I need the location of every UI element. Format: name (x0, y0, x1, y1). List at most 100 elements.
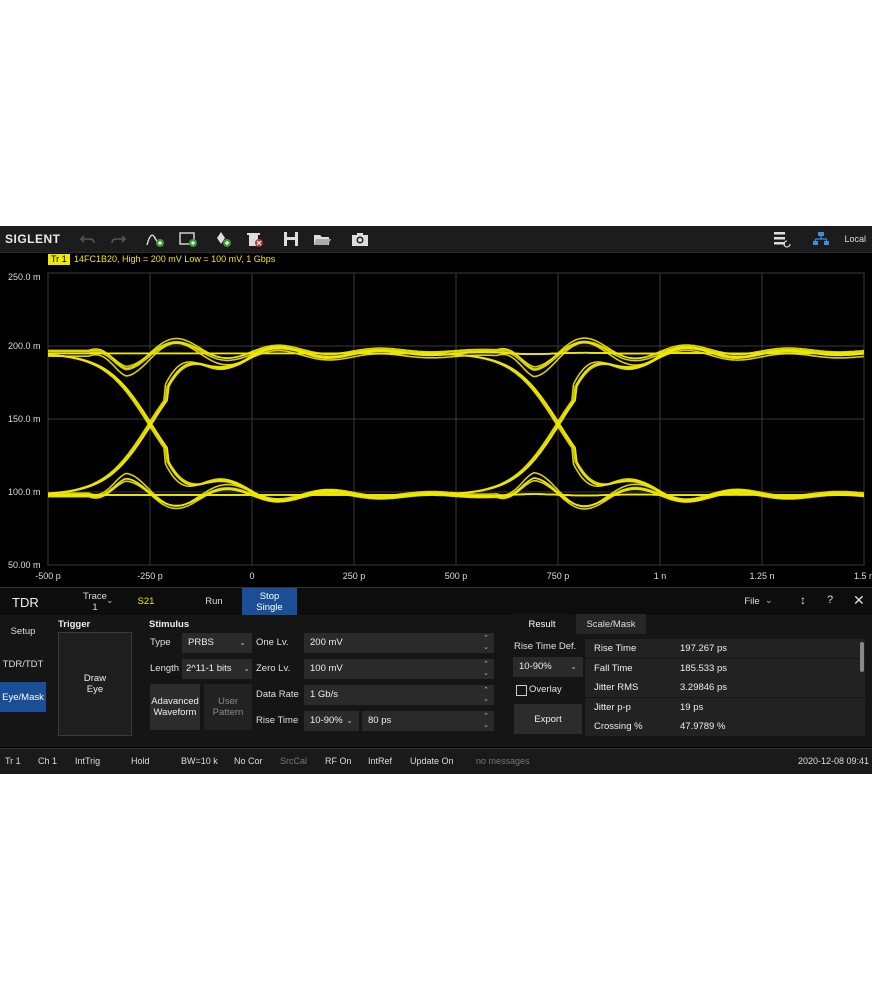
add-marker-icon[interactable] (212, 230, 232, 248)
trace-banner: Tr 1 14FC1B20, High = 200 mV Low = 100 m… (0, 253, 872, 267)
delete-icon[interactable] (244, 230, 264, 248)
result-row-value: 19 ps (680, 701, 704, 713)
run-button[interactable]: Run (190, 588, 238, 615)
result-row: Rise Time 197.267 ps (585, 639, 865, 658)
one-level-input[interactable]: 200 mV ⌃ ⌄ (304, 633, 494, 653)
status-datetime: 2020-12-08 09:41 (798, 756, 870, 766)
result-scrollbar[interactable] (860, 642, 864, 672)
data-rate-input[interactable]: 1 Gb/s ⌃ ⌄ (304, 685, 494, 705)
status-bandwidth[interactable]: BW=10 k (181, 756, 218, 766)
add-window-icon[interactable] (178, 230, 198, 248)
status-trigger[interactable]: IntTrig (75, 756, 100, 766)
rise-time-label: Rise Time (256, 715, 299, 726)
status-correction[interactable]: No Cor (234, 756, 263, 766)
zero-level-label: Zero Lv. (256, 663, 291, 674)
camera-icon[interactable] (350, 230, 370, 248)
result-rise-def-value: 10-90% (519, 661, 552, 672)
add-trace-icon[interactable] (145, 230, 165, 248)
result-rise-def-select[interactable]: 10-90% ⌄ (513, 657, 583, 677)
length-label: Length (150, 663, 180, 674)
side-tab-tdr-tdt[interactable]: TDR/TDT (0, 649, 46, 679)
advanced-waveform-button[interactable]: Adavanced Waveform (150, 684, 200, 730)
status-rf[interactable]: RF On (325, 756, 352, 766)
x-tick-label: 750 p (547, 571, 570, 581)
x-tick-label: 1 n (654, 571, 667, 581)
status-reference[interactable]: IntRef (368, 756, 392, 766)
vna-app: SIGLENT Local Tr 1 14FC1B20, High = 200 … (0, 226, 872, 774)
x-tick-label: 0 (249, 571, 254, 581)
spinner-icon[interactable]: ⌃ ⌄ (481, 660, 491, 678)
result-row-value: 47.9789 % (680, 721, 726, 732)
result-row-value: 3.29846 ps (680, 682, 728, 693)
rise-def-select[interactable]: 10-90% ⌄ (304, 711, 359, 731)
undo-icon[interactable] (78, 230, 98, 248)
tab-scale-mask[interactable]: Scale/Mask (576, 614, 646, 634)
save-icon[interactable] (281, 230, 301, 248)
draw-eye-button[interactable]: Draw Eye (58, 632, 132, 736)
trace-selector-label: Trace (83, 590, 107, 602)
panel-title: TDR (12, 595, 39, 610)
eye-diagram-plot[interactable]: -500 p -250 p 0 250 p 500 p 750 p 1 n 1.25 n 1.5… (0, 267, 872, 587)
spinner-icon[interactable]: ⌃ ⌄ (481, 634, 491, 652)
status-update[interactable]: Update On (410, 756, 454, 766)
rise-time-value: 80 ps (368, 715, 392, 726)
spinner-icon[interactable]: ⌃ ⌄ (481, 712, 491, 730)
status-srccal[interactable]: SrcCal (280, 756, 307, 766)
chevron-down-icon: ⌄ (346, 716, 353, 725)
result-row-name: Crossing % (594, 721, 643, 732)
trace-tag[interactable]: Tr 1 (48, 254, 70, 265)
export-button[interactable]: Export (514, 704, 582, 734)
side-tab-setup[interactable]: Setup (0, 616, 46, 646)
rise-time-input[interactable]: 80 ps ⌃ ⌄ (362, 711, 494, 731)
trace-info: 14FC1B20, High = 200 mV Low = 100 mV, 1 … (74, 254, 276, 264)
status-hold[interactable]: Hold (131, 756, 150, 766)
status-channel[interactable]: Ch 1 (38, 756, 57, 766)
type-select-value: PRBS (188, 637, 214, 648)
chevron-down-icon: ⌄ (239, 638, 246, 647)
result-row-name: Jitter RMS (594, 682, 639, 693)
stop-single-button[interactable]: Stop Single (242, 588, 297, 615)
result-row-name: Fall Time (594, 662, 633, 674)
help-icon[interactable]: ? (827, 594, 833, 606)
y-tick-label: 50.00 m (8, 560, 41, 570)
zero-level-input[interactable]: 100 mV ⌃ ⌄ (304, 659, 494, 679)
resize-icon[interactable]: ↕ (800, 593, 806, 607)
eye-diagram-svg: -500 p -250 p 0 250 p 500 p 750 p 1 n 1.25 n 1.5… (8, 272, 872, 581)
chevron-down-icon: ⌄ (243, 664, 250, 673)
type-select[interactable]: PRBS ⌄ (182, 633, 252, 653)
status-trace[interactable]: Tr 1 (5, 756, 21, 766)
tab-result[interactable]: Result (512, 614, 572, 634)
brand-logo: SIGLENT (5, 232, 61, 246)
x-tick-label: 1.25 n (749, 571, 774, 581)
panel-tab-row: TDR Trace 1 ⌄ S21 Run Stop Single File ⌄… (0, 587, 872, 615)
x-tick-label: 500 p (445, 571, 468, 581)
trace-selector[interactable]: Trace 1 (66, 588, 124, 615)
overlay-checkbox[interactable] (516, 685, 527, 696)
result-row: Crossing % 47.9789 % (585, 717, 865, 736)
length-select[interactable]: 2^11-1 bits ⌄ (182, 659, 252, 679)
y-tick-label: 200.0 m (8, 341, 41, 351)
data-rate-value: 1 Gb/s (310, 689, 338, 700)
status-bar: Tr 1 Ch 1 IntTrig Hold BW=10 k No Cor Sr… (0, 748, 872, 774)
network-icon[interactable] (811, 230, 831, 248)
rise-time-def-label: Rise Time Def. (514, 641, 577, 652)
x-tick-label: 250 p (343, 571, 366, 581)
x-tick-label: -500 p (35, 571, 61, 581)
sparam-selector[interactable]: S21 (128, 588, 164, 615)
close-icon[interactable]: ✕ (853, 592, 865, 609)
side-tab-eye-mask[interactable]: Eye/Mask (0, 682, 46, 712)
spinner-icon[interactable]: ⌃ ⌄ (481, 686, 491, 704)
redo-icon[interactable] (108, 230, 128, 248)
y-tick-label: 250.0 m (8, 272, 41, 282)
result-row-value: 197.267 ps (680, 643, 728, 654)
user-pattern-button[interactable]: User Pattern (204, 684, 252, 730)
result-row: Jitter RMS 3.29846 ps (585, 678, 865, 697)
result-row-name: Rise Time (594, 643, 637, 654)
trace-selector-value: 1 (92, 601, 98, 613)
result-row: Jitter p-p 19 ps (585, 697, 865, 717)
open-folder-icon[interactable] (312, 230, 332, 248)
x-tick-label: -250 p (137, 571, 163, 581)
zero-level-value: 100 mV (310, 663, 343, 674)
display-layout-icon[interactable] (772, 230, 792, 248)
y-tick-label: 100.0 m (8, 487, 41, 497)
